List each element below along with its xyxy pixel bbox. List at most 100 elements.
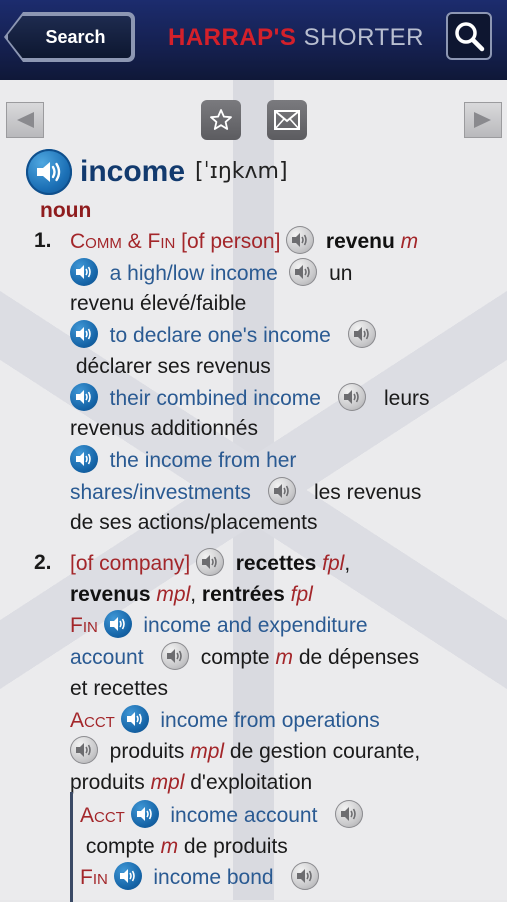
example-french: compte [200, 646, 270, 670]
example-english-cont: account [70, 646, 144, 670]
example-french-end: d'exploitation [190, 770, 313, 794]
search-back-button[interactable]: Search [6, 14, 133, 60]
example-french-cont: de gestion courante, [229, 740, 421, 764]
example-english: income account [170, 804, 318, 827]
sense-1-header: Comm & Fin [of person] revenu m [70, 226, 500, 258]
sense-1: Comm & Fin [of person] revenu m a high/l… [70, 226, 500, 539]
example-french-cont: revenu élevé/faible [70, 292, 247, 316]
right-triangle-icon [474, 112, 491, 128]
speaker-icon[interactable] [196, 548, 225, 576]
speaker-icon[interactable] [120, 704, 149, 733]
example-french: déclarer ses revenus [75, 354, 271, 378]
speaker-icon[interactable] [70, 320, 98, 349]
example-french-cont: de ses actions/placements [70, 511, 318, 535]
next-entry-button[interactable] [464, 102, 502, 138]
speaker-icon[interactable] [70, 736, 98, 765]
sense-context: [of person] [181, 230, 281, 253]
speaker-icon[interactable] [291, 862, 320, 890]
sense-context: [of company] [70, 552, 191, 575]
example-french-cont: produits [70, 770, 145, 794]
example-french: les revenus [313, 480, 422, 504]
speaker-icon[interactable] [103, 610, 132, 639]
envelope-icon [274, 110, 300, 130]
email-button[interactable] [267, 100, 307, 140]
brand-primary: HARRAP'S [168, 24, 297, 51]
translation: rentrées [201, 582, 285, 606]
speaker-icon[interactable] [334, 800, 363, 828]
example-english: income and expenditure [143, 614, 368, 638]
speaker-icon[interactable] [130, 800, 159, 828]
search-button-label: Search [45, 26, 106, 47]
sense-number-1: 1. [34, 229, 52, 252]
example-3: their combined income leurs revenus addi… [70, 382, 500, 445]
example-1: a high/low income un revenu élevé/faible [70, 257, 500, 320]
domain-label: Fin [70, 614, 98, 638]
example-english: income from operations [160, 708, 380, 732]
speaker-icon [37, 162, 61, 182]
gender: mpl [190, 740, 225, 764]
gender: mpl [156, 582, 191, 606]
part-of-speech: noun [40, 199, 92, 222]
brand-logo: HARRAP'S SHORTER [168, 24, 424, 54]
favorite-button[interactable] [201, 100, 241, 140]
magnifier-icon [455, 22, 485, 52]
gender: m [275, 646, 293, 670]
subentry-2: Fin income bond [80, 862, 500, 894]
example-5: Fin income and expenditure account compt… [70, 610, 500, 704]
headword-audio-button[interactable] [26, 149, 72, 195]
example-english: the income from her [109, 448, 297, 472]
gender: m [400, 230, 419, 253]
example-french: leurs [383, 386, 430, 410]
speaker-icon[interactable] [70, 444, 98, 473]
brand-secondary: SHORTER [303, 24, 424, 51]
pronunciation: [ˈɪŋkʌm] [195, 158, 288, 184]
sense-2: [of company] recettes fpl, revenus mpl, … [70, 548, 500, 799]
gender: m [160, 834, 179, 858]
speaker-icon[interactable] [70, 257, 98, 286]
example-french-end: et recettes [70, 676, 169, 700]
translation: revenus [70, 582, 151, 606]
domain-label: Acct [70, 708, 115, 732]
top-bar: Search HARRAP'S SHORTER [0, 0, 507, 80]
speaker-icon[interactable] [348, 320, 377, 349]
subentry-divider [70, 792, 73, 902]
example-6: Acct income from operations produits mpl… [70, 704, 500, 799]
example-english: to declare one's income [109, 324, 331, 348]
gender: fpl [322, 552, 345, 575]
translation: recettes [235, 552, 317, 575]
speaker-icon[interactable] [338, 382, 367, 411]
example-french-cont: revenus additionnés [70, 417, 258, 441]
example-4: the income from her shares/investments l… [70, 444, 500, 539]
domain-label: Comm & Fin [70, 230, 176, 253]
speaker-icon[interactable] [70, 382, 98, 411]
example-french-cont: de dépenses [298, 646, 420, 670]
example-english: a high/low income [109, 261, 278, 285]
example-french: produits [109, 740, 185, 764]
star-icon [210, 109, 232, 130]
speaker-icon[interactable] [286, 226, 315, 254]
example-french: compte [85, 834, 155, 858]
example-english: their combined income [109, 386, 321, 410]
sense-2-header: [of company] recettes fpl, revenus mpl, … [70, 548, 500, 610]
example-2: to declare one's income déclarer ses rev… [70, 320, 500, 382]
previous-entry-button[interactable] [6, 102, 44, 138]
domain-label: Acct [80, 804, 125, 827]
speaker-icon[interactable] [161, 642, 190, 671]
headword-row: income [ˈɪŋkʌm] [26, 148, 288, 196]
gender: fpl [290, 582, 313, 606]
sense-number-2: 2. [34, 551, 52, 574]
example-french: un [329, 261, 353, 285]
translation: revenu [325, 230, 395, 253]
search-icon-button[interactable] [446, 12, 492, 60]
speaker-icon[interactable] [113, 862, 142, 890]
headword: income [80, 154, 186, 188]
example-english-cont: shares/investments [70, 480, 251, 504]
gender: mpl [150, 770, 185, 794]
speaker-icon[interactable] [268, 476, 297, 505]
left-triangle-icon [17, 112, 34, 128]
subentry-1: Acct income account compte m de produits [80, 800, 500, 862]
example-english: income bond [153, 866, 274, 889]
example-french-cont: de produits [183, 834, 288, 858]
speaker-icon[interactable] [289, 257, 318, 286]
domain-label: Fin [80, 866, 108, 889]
